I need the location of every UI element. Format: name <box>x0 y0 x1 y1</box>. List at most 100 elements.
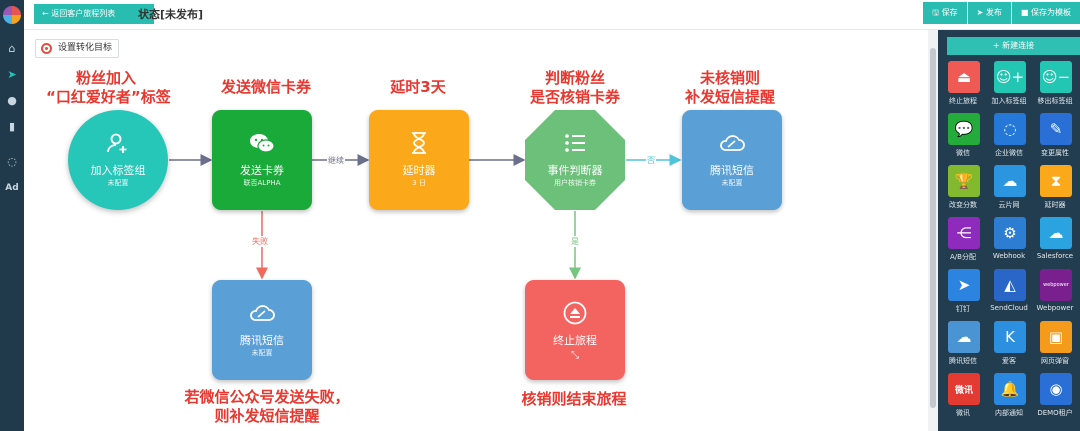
palette-tool[interactable]: 微讯 微讯 <box>940 373 986 425</box>
palette-tool[interactable]: ☁ 腾讯短信 <box>940 321 986 373</box>
node-title: 终止旅程 <box>553 334 597 347</box>
eject-icon <box>525 300 625 326</box>
edge-label-continue: 继续 <box>327 155 345 166</box>
webhook-icon: ⚙ <box>994 217 1026 249</box>
node-title: 腾讯短信 <box>240 334 284 347</box>
component-palette: + 新建连接 ⏏ 终止旅程 ☺+ 加入标签组 ☺− 移出标签组 💬 微信 ◌ 企业微信 ✎ 变更属性 🏆… <box>938 30 1080 431</box>
palette-tool[interactable]: ☺− 移出标签组 <box>1032 61 1078 113</box>
node-send-coupon[interactable]: 发送卡券 联否ALPHA <box>212 110 312 210</box>
annotation-delay: 延时3天 <box>390 78 446 96</box>
node-event-judge[interactable]: 事件判断器 用户核销卡券 <box>525 110 625 210</box>
node-subtitle: 未配置 <box>721 179 743 187</box>
left-nav: ⌂ ➤ ● ▮ ◌ Ad <box>0 0 24 431</box>
palette-tool[interactable]: ☁ 云片网 <box>986 165 1032 217</box>
palette-tool-label: Webpower <box>1036 304 1074 312</box>
palette-tool[interactable]: 💬 微信 <box>940 113 986 165</box>
node-add-tag-group[interactable]: 加入标签组 未配置 <box>68 110 168 210</box>
home-icon[interactable]: ⌂ <box>0 42 24 56</box>
hourglass-icon: ⧗ <box>1040 165 1072 197</box>
palette-tool[interactable]: 🔔 内部通知 <box>986 373 1032 425</box>
cursor-icon: ⤡ <box>571 350 579 361</box>
publish-button[interactable]: ➤ 发布 <box>967 2 1011 24</box>
aike-icon: K <box>994 321 1026 353</box>
top-bar: ← 返回客户旅程列表 状态[未发布] 🖫 保存 ➤ 发布 ■ 保存为模板 <box>24 0 1080 30</box>
app-logo-icon[interactable] <box>3 6 21 24</box>
node-tencent-sms-bottom[interactable]: 腾讯短信 未配置 <box>212 280 312 380</box>
toolbar-actions: 🖫 保存 ➤ 发布 ■ 保存为模板 <box>922 2 1080 24</box>
weixun-icon: 微讯 <box>948 373 980 405</box>
edge-label-no: 否 <box>646 155 656 166</box>
palette-tool[interactable]: K 爱客 <box>986 321 1032 373</box>
send-icon[interactable]: ➤ <box>0 68 24 82</box>
annotation-judge: 判断粉丝 是否核销卡券 <box>529 69 620 106</box>
cloud-icon <box>212 300 312 326</box>
page-title: 状态[未发布] <box>138 8 204 21</box>
palette-tool-label: 移出标签组 <box>1037 97 1073 105</box>
salesforce-icon: ☁ <box>1040 217 1072 249</box>
popup-icon: ▣ <box>1040 321 1072 353</box>
new-connection-button[interactable]: + 新建连接 <box>947 37 1080 55</box>
palette-tool[interactable]: ◭ SendCloud <box>986 269 1032 321</box>
cloud-icon: ☁ <box>948 321 980 353</box>
user-plus-icon <box>68 130 168 156</box>
save-as-template-button[interactable]: ■ 保存为模板 <box>1011 2 1080 24</box>
work-wechat-icon: ◌ <box>994 113 1026 145</box>
palette-tool[interactable]: ◉ DEMO租户 <box>1032 373 1078 425</box>
bar-chart-icon[interactable]: ▮ <box>0 120 24 134</box>
palette-tool[interactable]: ✎ 变更属性 <box>1032 113 1078 165</box>
chat-icon[interactable]: ◌ <box>0 155 24 169</box>
palette-tool[interactable]: ➤ 钉钉 <box>940 269 986 321</box>
dingtalk-icon: ➤ <box>948 269 980 301</box>
palette-tool[interactable]: 🏆 改变分数 <box>940 165 986 217</box>
back-to-journey-list-button[interactable]: ← 返回客户旅程列表 <box>34 4 154 24</box>
demo-logo-icon: ◉ <box>1040 373 1072 405</box>
node-subtitle: 未配置 <box>251 349 273 357</box>
sendcloud-icon: ◭ <box>994 269 1026 301</box>
cloud-icon <box>682 130 782 156</box>
bell-icon: 🔔 <box>994 373 1026 405</box>
palette-tool[interactable]: ⚙ Webhook <box>986 217 1032 269</box>
palette-tool[interactable]: ☁ Salesforce <box>1032 217 1078 269</box>
node-subtitle: 联否ALPHA <box>243 179 281 187</box>
node-subtitle: 3 日 <box>412 179 426 187</box>
palette-tool[interactable]: ▣ 网页弹窗 <box>1032 321 1078 373</box>
palette-tool[interactable]: ⧗ 延时器 <box>1032 165 1078 217</box>
trophy-icon: 🏆 <box>948 165 980 197</box>
ab-split-icon: ⋲ <box>948 217 980 249</box>
journey-canvas[interactable]: 设置转化目标 继续 否 失败 是 粉丝加入 “口红爱好者”标签 发送微信卡券 延… <box>24 30 928 431</box>
node-title: 发送卡券 <box>240 164 284 177</box>
palette-tool-label: DEMO租户 <box>1037 409 1073 417</box>
eject-icon: ⏏ <box>948 61 980 93</box>
ad-icon[interactable]: Ad <box>0 181 24 195</box>
node-title: 腾讯短信 <box>710 164 754 177</box>
palette-tool[interactable]: webpower Webpower <box>1032 269 1078 321</box>
annotation-sms-reminder: 未核销则 补发短信提醒 <box>684 69 775 106</box>
edge-label-fail: 失败 <box>251 236 269 247</box>
annotation-end-journey: 核销则结束旅程 <box>521 390 627 408</box>
save-button[interactable]: 🖫 保存 <box>923 2 967 24</box>
user-minus-icon: ☺− <box>1040 61 1072 93</box>
palette-tool-label: 网页弹窗 <box>1041 357 1069 365</box>
node-subtitle: 未配置 <box>107 179 129 187</box>
node-title: 加入标签组 <box>90 164 146 177</box>
annotation-send-coupon: 发送微信卡券 <box>220 78 311 96</box>
node-title: 延时器 <box>402 164 436 177</box>
user-plus-icon: ☺+ <box>994 61 1026 93</box>
palette-tool-label: 延时器 <box>1044 201 1066 209</box>
canvas-scrollbar[interactable] <box>928 30 938 431</box>
node-end-journey[interactable]: 终止旅程 ⤡ <box>525 280 625 380</box>
edit-icon: ✎ <box>1040 113 1072 145</box>
cloud-icon: ☁ <box>994 165 1026 197</box>
wechat-icon <box>212 130 312 156</box>
node-delay[interactable]: 延时器 3 日 <box>369 110 469 210</box>
palette-tool[interactable]: ⏏ 终止旅程 <box>940 61 986 113</box>
edge-label-yes: 是 <box>570 236 580 247</box>
annotation-add-tag: 粉丝加入 “口红爱好者”标签 <box>46 69 171 106</box>
user-icon[interactable]: ● <box>0 94 24 108</box>
palette-tool[interactable]: ◌ 企业微信 <box>986 113 1032 165</box>
node-tencent-sms-top[interactable]: 腾讯短信 未配置 <box>682 110 782 210</box>
palette-tool[interactable]: ⋲ A/B分配 <box>940 217 986 269</box>
palette-tool[interactable]: ☺+ 加入标签组 <box>986 61 1032 113</box>
palette-tool-label: 变更属性 <box>1041 149 1069 157</box>
palette-tool-label: Salesforce <box>1036 252 1074 260</box>
